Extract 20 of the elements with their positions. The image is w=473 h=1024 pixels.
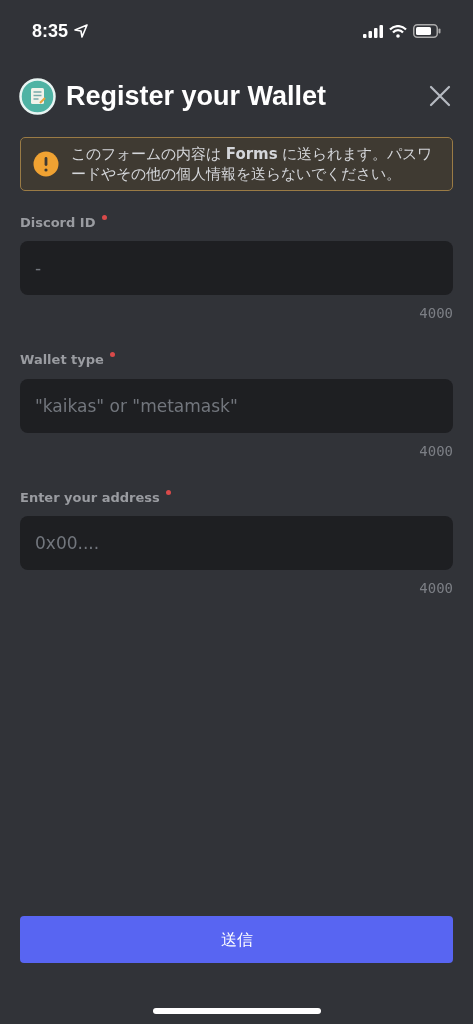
warning-icon (33, 150, 59, 177)
input-field[interactable]: "kaikas" or "metamask" (20, 378, 453, 433)
wifi-icon (389, 24, 407, 38)
dialog-title: Register your Wallet (66, 80, 327, 113)
location-arrow-icon (74, 24, 89, 38)
battery-icon (413, 24, 441, 38)
notice-text: このフォームの内容は Forms に送られます。パスワードやその他の個人情報を送らないでください。 (71, 143, 434, 184)
character-counter: 4000 (419, 304, 453, 323)
status-time: 8:35 (32, 19, 69, 43)
input-field[interactable]: - (20, 241, 453, 295)
field-label: Discord ID (20, 213, 96, 232)
field-label: Enter your address (20, 488, 160, 507)
field-label: Wallet type (20, 351, 104, 369)
submit-button[interactable]: 送信 (20, 916, 453, 963)
character-counter: 4000 (419, 579, 453, 598)
form-icon (19, 77, 56, 115)
signal-icon (363, 24, 383, 38)
character-counter: 4000 (419, 441, 453, 461)
close-icon (429, 85, 451, 108)
input-field[interactable]: 0x00.... (20, 516, 453, 570)
